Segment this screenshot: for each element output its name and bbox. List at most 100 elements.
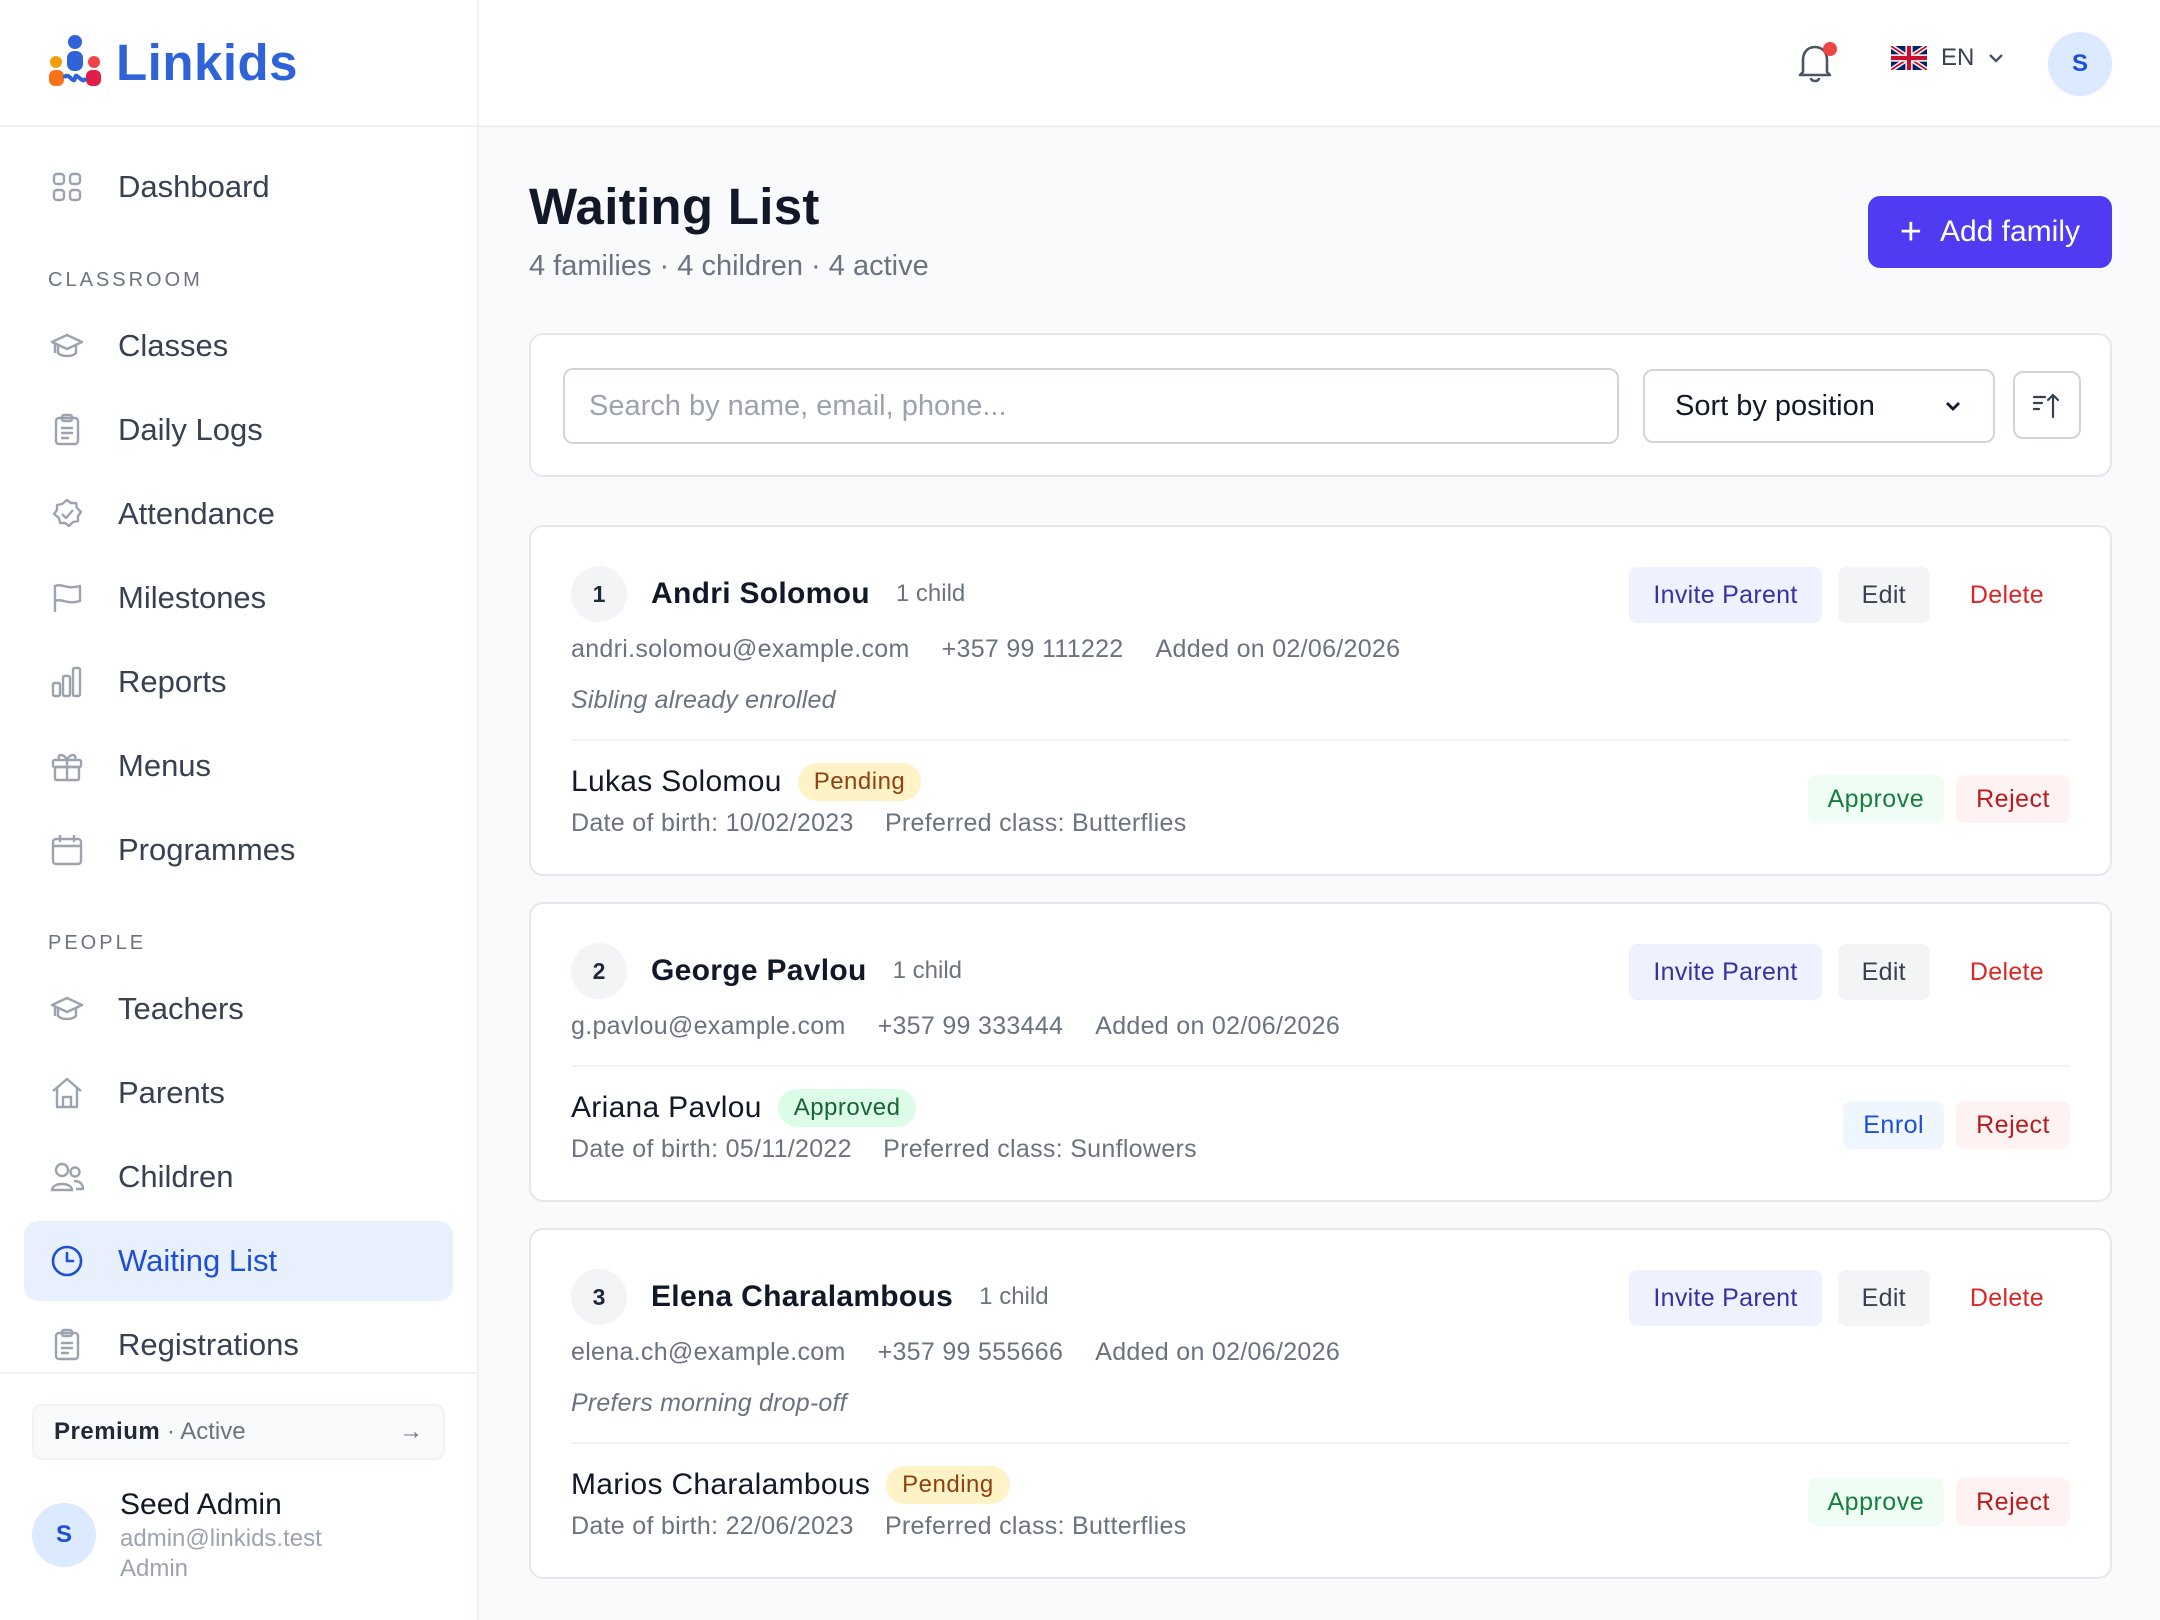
notification-dot	[1823, 42, 1837, 56]
edit-button[interactable]: Edit	[1837, 567, 1930, 623]
sidebar-item-teachers[interactable]: Teachers	[24, 969, 453, 1049]
sidebar-item-menus[interactable]: Menus	[24, 726, 453, 806]
plus-icon: +	[1899, 210, 1922, 253]
sidebar-item-label: Reports	[118, 664, 227, 699]
sidebar-item-milestones[interactable]: Milestones	[24, 558, 453, 638]
plan-name: Premium	[54, 1418, 161, 1445]
invite-parent-button[interactable]: Invite Parent	[1629, 567, 1822, 623]
sidebar-item-waiting-list[interactable]: Waiting List	[24, 1221, 453, 1301]
child-count: 1 child	[979, 1283, 1049, 1310]
logo[interactable]: Linkids	[0, 0, 477, 127]
flag-icon	[50, 581, 84, 615]
sidebar-item-label: Milestones	[118, 580, 267, 615]
sort-direction-button[interactable]	[2013, 371, 2081, 439]
sidebar-item-label: Classes	[118, 328, 229, 363]
arrow-right-icon: →	[399, 1418, 423, 1445]
approve-button[interactable]: Approve	[1807, 1478, 1945, 1526]
sidebar-item-children[interactable]: Children	[24, 1137, 453, 1217]
status-badge: Pending	[886, 1466, 1010, 1504]
sidebar-footer: Premium · Active → S Seed Admin admin@li…	[0, 1372, 477, 1620]
sidebar-item-label: Registrations	[118, 1327, 299, 1362]
position-badge: 3	[571, 1269, 627, 1325]
child-preferred-class: Preferred class: Butterflies	[884, 1512, 1187, 1540]
delete-button[interactable]: Delete	[1945, 944, 2068, 1000]
section-label-people: PEOPLE	[48, 932, 147, 954]
child-row: Marios Charalambous Pending Date of birt…	[571, 1442, 2070, 1577]
edit-button[interactable]: Edit	[1837, 1270, 1930, 1326]
graduation-cap-icon	[50, 992, 84, 1026]
uk-flag-icon	[1891, 46, 1927, 70]
family-added-date: Added on 02/06/2026	[1095, 1338, 1341, 1366]
avatar: S	[32, 1502, 96, 1567]
chevron-down-icon	[1946, 402, 1960, 411]
chevron-down-icon	[1989, 54, 2004, 63]
child-preferred-class: Preferred class: Sunflowers	[883, 1135, 1197, 1163]
sort-value: Sort by position	[1675, 389, 1875, 422]
family-card: 1 Andri Solomou 1 child Invite Parent Ed…	[529, 525, 2112, 876]
sidebar-item-classes[interactable]: Classes	[24, 306, 453, 386]
family-phone: +357 99 111222	[941, 635, 1124, 663]
child-name: Marios Charalambous	[571, 1468, 871, 1501]
reject-button[interactable]: Reject	[1956, 775, 2070, 823]
edit-button[interactable]: Edit	[1837, 944, 1930, 1000]
position-badge: 2	[571, 943, 627, 999]
add-family-button[interactable]: + Add family	[1867, 196, 2112, 268]
family-note: Sibling already enrolled	[571, 686, 836, 714]
graduation-cap-icon	[50, 329, 84, 363]
sidebar-item-label: Programmes	[118, 832, 296, 867]
family-name: Elena Charalambous	[651, 1280, 954, 1313]
user-profile[interactable]: S Seed Admin admin@linkids.test Admin	[32, 1486, 445, 1584]
family-name: Andri Solomou	[651, 577, 870, 610]
family-added-date: Added on 02/06/2026	[1155, 635, 1401, 663]
notifications-button[interactable]	[1795, 40, 1839, 88]
sidebar-nav: Dashboard CLASSROOM Classes Daily Logs A…	[0, 127, 477, 1385]
app-name: Linkids	[116, 34, 299, 91]
family-added-date: Added on 02/06/2026	[1095, 1012, 1341, 1040]
child-name: Ariana Pavlou	[571, 1091, 762, 1124]
sidebar-item-programmes[interactable]: Programmes	[24, 810, 453, 890]
user-avatar-button[interactable]: S	[2048, 32, 2112, 96]
sidebar-item-dashboard[interactable]: Dashboard	[24, 147, 453, 227]
sidebar-item-reports[interactable]: Reports	[24, 642, 453, 722]
reject-button[interactable]: Reject	[1956, 1101, 2070, 1149]
plan-state: · Active	[166, 1418, 246, 1445]
sidebar-item-daily-logs[interactable]: Daily Logs	[24, 390, 453, 470]
gift-icon	[50, 749, 84, 783]
sidebar-item-label: Waiting List	[118, 1243, 278, 1278]
sidebar-item-label: Children	[118, 1159, 234, 1194]
sidebar-item-parents[interactable]: Parents	[24, 1053, 453, 1133]
sidebar-item-label: Parents	[118, 1075, 225, 1110]
position-badge: 1	[571, 566, 627, 622]
filter-bar: Sort by position	[529, 333, 2112, 477]
child-dob: Date of birth: 10/02/2023	[571, 809, 854, 837]
sort-select[interactable]: Sort by position	[1643, 369, 1995, 443]
child-count: 1 child	[895, 580, 966, 607]
family-phone: +357 99 555666	[877, 1338, 1064, 1366]
plan-status[interactable]: Premium · Active →	[32, 1404, 445, 1460]
invite-parent-button[interactable]: Invite Parent	[1629, 1270, 1822, 1326]
badge-check-icon	[50, 497, 84, 531]
child-preferred-class: Preferred class: Butterflies	[884, 809, 1187, 837]
add-family-label: Add family	[1939, 215, 2080, 248]
family-phone: +357 99 333444	[877, 1012, 1064, 1040]
home-icon	[50, 1076, 84, 1110]
approve-button[interactable]: Approve	[1807, 775, 1945, 823]
user-role: Admin	[120, 1554, 189, 1582]
sidebar-item-label: Teachers	[118, 991, 244, 1026]
delete-button[interactable]: Delete	[1945, 567, 2068, 623]
child-dob: Date of birth: 05/11/2022	[571, 1135, 852, 1163]
invite-parent-button[interactable]: Invite Parent	[1629, 944, 1822, 1000]
delete-button[interactable]: Delete	[1945, 1270, 2068, 1326]
language-selector[interactable]: EN	[1891, 44, 2006, 72]
enrol-button[interactable]: Enrol	[1843, 1101, 1945, 1149]
main-content: Waiting List 4 families · 4 children · 4…	[529, 127, 2112, 1579]
users-icon	[50, 1160, 84, 1194]
search-input[interactable]	[563, 368, 1619, 444]
child-dob: Date of birth: 22/06/2023	[571, 1512, 854, 1540]
clipboard-icon	[50, 1328, 84, 1362]
top-bar: EN S	[479, 0, 2160, 127]
clipboard-icon	[50, 413, 84, 447]
sidebar-item-attendance[interactable]: Attendance	[24, 474, 453, 554]
section-label-classroom: CLASSROOM	[48, 269, 203, 291]
reject-button[interactable]: Reject	[1956, 1478, 2070, 1526]
